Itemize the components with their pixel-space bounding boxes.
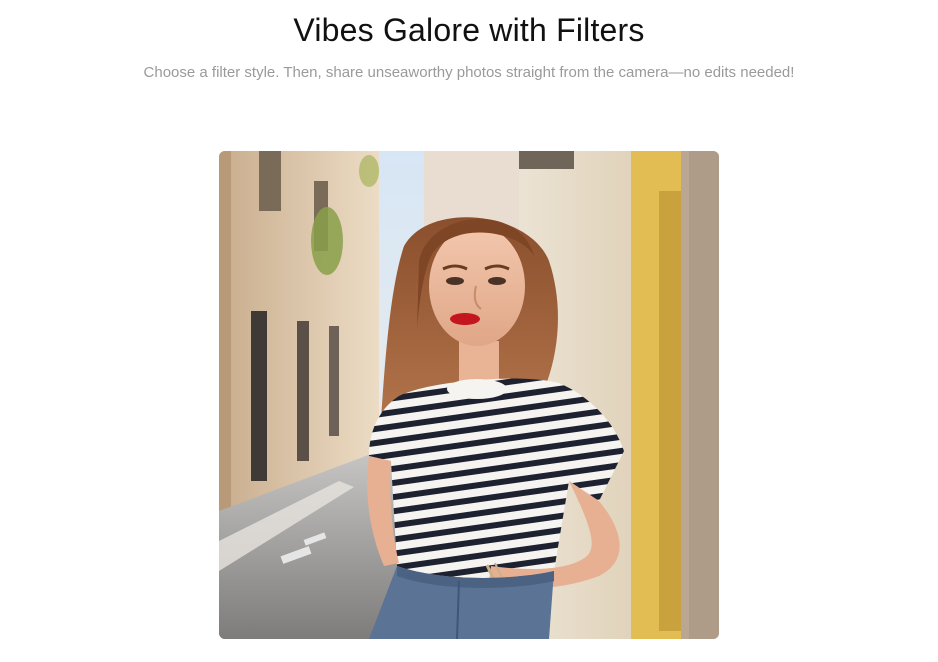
page: Vibes Galore with Filters Choose a filte… [0, 0, 938, 662]
page-subtitle: Choose a filter style. Then, share unsea… [143, 64, 795, 81]
portrait-photo-illustration [219, 151, 719, 639]
filter-preview-photo[interactable] [219, 151, 719, 639]
page-title: Vibes Galore with Filters [293, 12, 645, 48]
